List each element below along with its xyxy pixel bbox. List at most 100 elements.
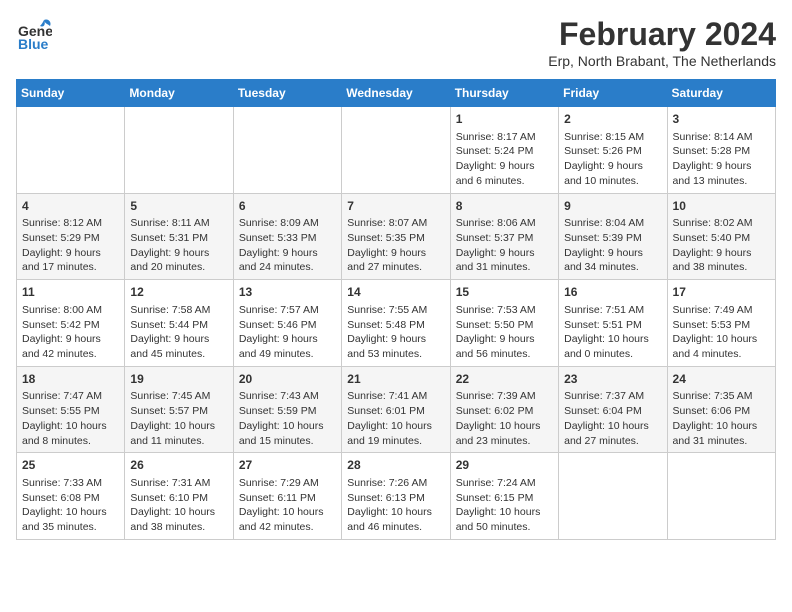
calendar-cell: 17 Sunrise: 7:49 AM Sunset: 5:53 PM Dayli… bbox=[667, 280, 775, 367]
day-info: Sunrise: 7:51 AM Sunset: 5:51 PM Dayligh… bbox=[564, 303, 661, 362]
calendar-cell: 27 Sunrise: 7:29 AM Sunset: 6:11 PM Dayli… bbox=[233, 453, 341, 540]
calendar-week-4: 18Sunrise: 7:47 AM Sunset: 5:55 PM Dayli… bbox=[17, 366, 776, 453]
day-info: Sunrise: 7:53 AM Sunset: 5:50 PM Dayligh… bbox=[456, 303, 553, 362]
day-info: Sunrise: 8:14 AM Sunset: 5:28 PM Dayligh… bbox=[673, 130, 770, 189]
day-number: 17 bbox=[673, 284, 770, 301]
calendar-cell: 23Sunrise: 7:37 AM Sunset: 6:04 PM Dayli… bbox=[559, 366, 667, 453]
calendar-title: February 2024 bbox=[548, 16, 776, 53]
day-number: 20 bbox=[239, 371, 336, 388]
calendar-cell: 22Sunrise: 7:39 AM Sunset: 6:02 PM Dayli… bbox=[450, 366, 558, 453]
header-day-sunday: Sunday bbox=[17, 80, 125, 107]
calendar-cell: 11 Sunrise: 8:00 AM Sunset: 5:42 PM Dayli… bbox=[17, 280, 125, 367]
header-day-monday: Monday bbox=[125, 80, 233, 107]
day-info: Sunrise: 7:49 AM Sunset: 5:53 PM Dayligh… bbox=[673, 303, 770, 362]
day-number: 27 bbox=[239, 457, 336, 474]
day-number: 22 bbox=[456, 371, 553, 388]
day-info: Sunrise: 8:06 AM Sunset: 5:37 PM Dayligh… bbox=[456, 216, 553, 275]
calendar-cell: 4Sunrise: 8:12 AM Sunset: 5:29 PM Daylig… bbox=[17, 193, 125, 280]
day-number: 11 bbox=[22, 284, 119, 301]
day-info: Sunrise: 7:58 AM Sunset: 5:44 PM Dayligh… bbox=[130, 303, 227, 362]
day-number: 26 bbox=[130, 457, 227, 474]
day-number: 24 bbox=[673, 371, 770, 388]
calendar-cell: 6Sunrise: 8:09 AM Sunset: 5:33 PM Daylig… bbox=[233, 193, 341, 280]
calendar-cell: 14 Sunrise: 7:55 AM Sunset: 5:48 PM Dayli… bbox=[342, 280, 450, 367]
day-number: 19 bbox=[130, 371, 227, 388]
calendar-cell: 10Sunrise: 8:02 AM Sunset: 5:40 PM Dayli… bbox=[667, 193, 775, 280]
day-number: 29 bbox=[456, 457, 553, 474]
calendar-week-3: 11 Sunrise: 8:00 AM Sunset: 5:42 PM Dayli… bbox=[17, 280, 776, 367]
day-info: Sunrise: 7:41 AM Sunset: 6:01 PM Dayligh… bbox=[347, 389, 444, 448]
day-number: 23 bbox=[564, 371, 661, 388]
calendar-cell: 26 Sunrise: 7:31 AM Sunset: 6:10 PM Dayli… bbox=[125, 453, 233, 540]
header-day-friday: Friday bbox=[559, 80, 667, 107]
day-number: 4 bbox=[22, 198, 119, 215]
calendar-cell: 21Sunrise: 7:41 AM Sunset: 6:01 PM Dayli… bbox=[342, 366, 450, 453]
day-info: Sunrise: 7:47 AM Sunset: 5:55 PM Dayligh… bbox=[22, 389, 119, 448]
calendar-cell: 7Sunrise: 8:07 AM Sunset: 5:35 PM Daylig… bbox=[342, 193, 450, 280]
day-info: Sunrise: 8:12 AM Sunset: 5:29 PM Dayligh… bbox=[22, 216, 119, 275]
calendar-cell bbox=[233, 107, 341, 194]
calendar-cell: 2 Sunrise: 8:15 AM Sunset: 5:26 PM Daylig… bbox=[559, 107, 667, 194]
day-info: Sunrise: 7:39 AM Sunset: 6:02 PM Dayligh… bbox=[456, 389, 553, 448]
logo: General Blue bbox=[16, 16, 52, 52]
day-number: 15 bbox=[456, 284, 553, 301]
day-info: Sunrise: 8:07 AM Sunset: 5:35 PM Dayligh… bbox=[347, 216, 444, 275]
calendar-week-1: 1Sunrise: 8:17 AM Sunset: 5:24 PM Daylig… bbox=[17, 107, 776, 194]
day-info: Sunrise: 7:26 AM Sunset: 6:13 PM Dayligh… bbox=[347, 476, 444, 535]
calendar-cell bbox=[125, 107, 233, 194]
day-info: Sunrise: 8:11 AM Sunset: 5:31 PM Dayligh… bbox=[130, 216, 227, 275]
calendar-cell: 19Sunrise: 7:45 AM Sunset: 5:57 PM Dayli… bbox=[125, 366, 233, 453]
calendar-cell: 25 Sunrise: 7:33 AM Sunset: 6:08 PM Dayli… bbox=[17, 453, 125, 540]
calendar-cell: 5Sunrise: 8:11 AM Sunset: 5:31 PM Daylig… bbox=[125, 193, 233, 280]
header-day-tuesday: Tuesday bbox=[233, 80, 341, 107]
calendar-cell: 15 Sunrise: 7:53 AM Sunset: 5:50 PM Dayli… bbox=[450, 280, 558, 367]
calendar-cell: 29 Sunrise: 7:24 AM Sunset: 6:15 PM Dayli… bbox=[450, 453, 558, 540]
day-info: Sunrise: 8:04 AM Sunset: 5:39 PM Dayligh… bbox=[564, 216, 661, 275]
day-info: Sunrise: 7:29 AM Sunset: 6:11 PM Dayligh… bbox=[239, 476, 336, 535]
day-number: 5 bbox=[130, 198, 227, 215]
title-block: February 2024 Erp, North Brabant, The Ne… bbox=[548, 16, 776, 69]
calendar-cell: 18Sunrise: 7:47 AM Sunset: 5:55 PM Dayli… bbox=[17, 366, 125, 453]
header-day-thursday: Thursday bbox=[450, 80, 558, 107]
day-number: 21 bbox=[347, 371, 444, 388]
calendar-cell: 20Sunrise: 7:43 AM Sunset: 5:59 PM Dayli… bbox=[233, 366, 341, 453]
day-number: 12 bbox=[130, 284, 227, 301]
calendar-week-5: 25 Sunrise: 7:33 AM Sunset: 6:08 PM Dayli… bbox=[17, 453, 776, 540]
day-number: 6 bbox=[239, 198, 336, 215]
day-number: 7 bbox=[347, 198, 444, 215]
calendar-week-2: 4Sunrise: 8:12 AM Sunset: 5:29 PM Daylig… bbox=[17, 193, 776, 280]
day-info: Sunrise: 7:37 AM Sunset: 6:04 PM Dayligh… bbox=[564, 389, 661, 448]
calendar-cell: 3 Sunrise: 8:14 AM Sunset: 5:28 PM Daylig… bbox=[667, 107, 775, 194]
day-number: 8 bbox=[456, 198, 553, 215]
day-info: Sunrise: 7:24 AM Sunset: 6:15 PM Dayligh… bbox=[456, 476, 553, 535]
calendar-cell: 8Sunrise: 8:06 AM Sunset: 5:37 PM Daylig… bbox=[450, 193, 558, 280]
day-info: Sunrise: 7:55 AM Sunset: 5:48 PM Dayligh… bbox=[347, 303, 444, 362]
calendar-cell: 28Sunrise: 7:26 AM Sunset: 6:13 PM Dayli… bbox=[342, 453, 450, 540]
day-number: 25 bbox=[22, 457, 119, 474]
header-day-saturday: Saturday bbox=[667, 80, 775, 107]
day-number: 10 bbox=[673, 198, 770, 215]
day-number: 2 bbox=[564, 111, 661, 128]
day-number: 3 bbox=[673, 111, 770, 128]
day-info: Sunrise: 8:00 AM Sunset: 5:42 PM Dayligh… bbox=[22, 303, 119, 362]
day-info: Sunrise: 7:57 AM Sunset: 5:46 PM Dayligh… bbox=[239, 303, 336, 362]
page-header: General Blue February 2024 Erp, North Br… bbox=[16, 16, 776, 69]
header-row: SundayMondayTuesdayWednesdayThursdayFrid… bbox=[17, 80, 776, 107]
calendar-cell bbox=[667, 453, 775, 540]
day-number: 16 bbox=[564, 284, 661, 301]
calendar-subtitle: Erp, North Brabant, The Netherlands bbox=[548, 53, 776, 69]
day-info: Sunrise: 7:33 AM Sunset: 6:08 PM Dayligh… bbox=[22, 476, 119, 535]
day-info: Sunrise: 7:35 AM Sunset: 6:06 PM Dayligh… bbox=[673, 389, 770, 448]
day-number: 13 bbox=[239, 284, 336, 301]
calendar-table: SundayMondayTuesdayWednesdayThursdayFrid… bbox=[16, 79, 776, 540]
day-number: 18 bbox=[22, 371, 119, 388]
logo-icon: General Blue bbox=[16, 16, 52, 52]
calendar-cell bbox=[17, 107, 125, 194]
day-info: Sunrise: 8:15 AM Sunset: 5:26 PM Dayligh… bbox=[564, 130, 661, 189]
calendar-cell: 12 Sunrise: 7:58 AM Sunset: 5:44 PM Dayli… bbox=[125, 280, 233, 367]
day-number: 14 bbox=[347, 284, 444, 301]
day-info: Sunrise: 7:43 AM Sunset: 5:59 PM Dayligh… bbox=[239, 389, 336, 448]
day-info: Sunrise: 7:31 AM Sunset: 6:10 PM Dayligh… bbox=[130, 476, 227, 535]
calendar-cell: 1Sunrise: 8:17 AM Sunset: 5:24 PM Daylig… bbox=[450, 107, 558, 194]
day-info: Sunrise: 7:45 AM Sunset: 5:57 PM Dayligh… bbox=[130, 389, 227, 448]
